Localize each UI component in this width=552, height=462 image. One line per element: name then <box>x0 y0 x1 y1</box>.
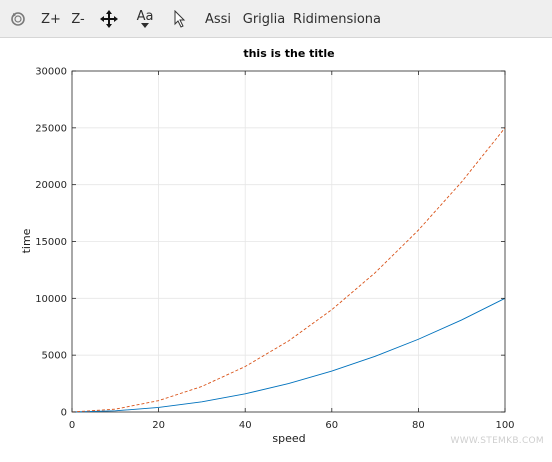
axes-label: Assi <box>204 11 232 27</box>
figure-area: 0 20 40 60 80 100 0 5000 10000 15000 20000 25000 300… <box>0 39 552 458</box>
y-tick-label: 15000 <box>35 237 67 248</box>
text-icon-label: Aa <box>136 9 154 24</box>
pointer-icon[interactable] <box>170 0 190 38</box>
y-tick-label: 5000 <box>42 351 67 362</box>
x-tick-label: 20 <box>152 420 165 431</box>
rotate-icon[interactable] <box>6 0 30 38</box>
zoom-in-button[interactable]: Z+ <box>40 0 62 38</box>
y-tick-label: 0 <box>61 408 67 419</box>
chart-title: this is the title <box>243 47 334 60</box>
series-line-2 <box>71 127 506 413</box>
x-tick-label: 40 <box>239 420 252 431</box>
x-tick-label: 0 <box>69 420 75 431</box>
zoom-out-label: Z- <box>71 11 85 27</box>
y-tick-label: 30000 <box>35 67 67 78</box>
y-axis-label: time <box>20 228 33 253</box>
zoom-in-label: Z+ <box>41 11 61 27</box>
watermark: WWW.STEMKB.COM <box>450 436 544 446</box>
x-tick-label: 60 <box>325 420 338 431</box>
grid-button[interactable]: Griglia <box>242 0 286 38</box>
x-tick-label: 100 <box>495 420 514 431</box>
axis-ticks: 0 20 40 60 80 100 0 5000 10000 15000 20000 25000 300… <box>35 67 514 432</box>
text-icon[interactable]: Aa <box>134 0 156 38</box>
x-axis-label: speed <box>272 432 305 445</box>
resize-button[interactable]: Ridimensiona <box>293 0 381 38</box>
grid-label: Griglia <box>242 11 286 27</box>
series-lines <box>71 127 506 413</box>
zoom-out-button[interactable]: Z- <box>68 0 88 38</box>
y-tick-label: 25000 <box>35 123 67 134</box>
axes-button[interactable]: Assi <box>202 0 234 38</box>
y-tick-label: 10000 <box>35 294 67 305</box>
grid-lines <box>72 71 505 412</box>
resize-label: Ridimensiona <box>293 11 381 27</box>
y-tick-label: 20000 <box>35 180 67 191</box>
x-tick-label: 80 <box>412 420 425 431</box>
plot-toolbar: Z+ Z- Aa Assi Griglia Ridimensiona <box>0 0 552 38</box>
chart: 0 20 40 60 80 100 0 5000 10000 15000 20000 25000 300… <box>20 47 515 445</box>
pan-icon[interactable] <box>98 0 120 38</box>
